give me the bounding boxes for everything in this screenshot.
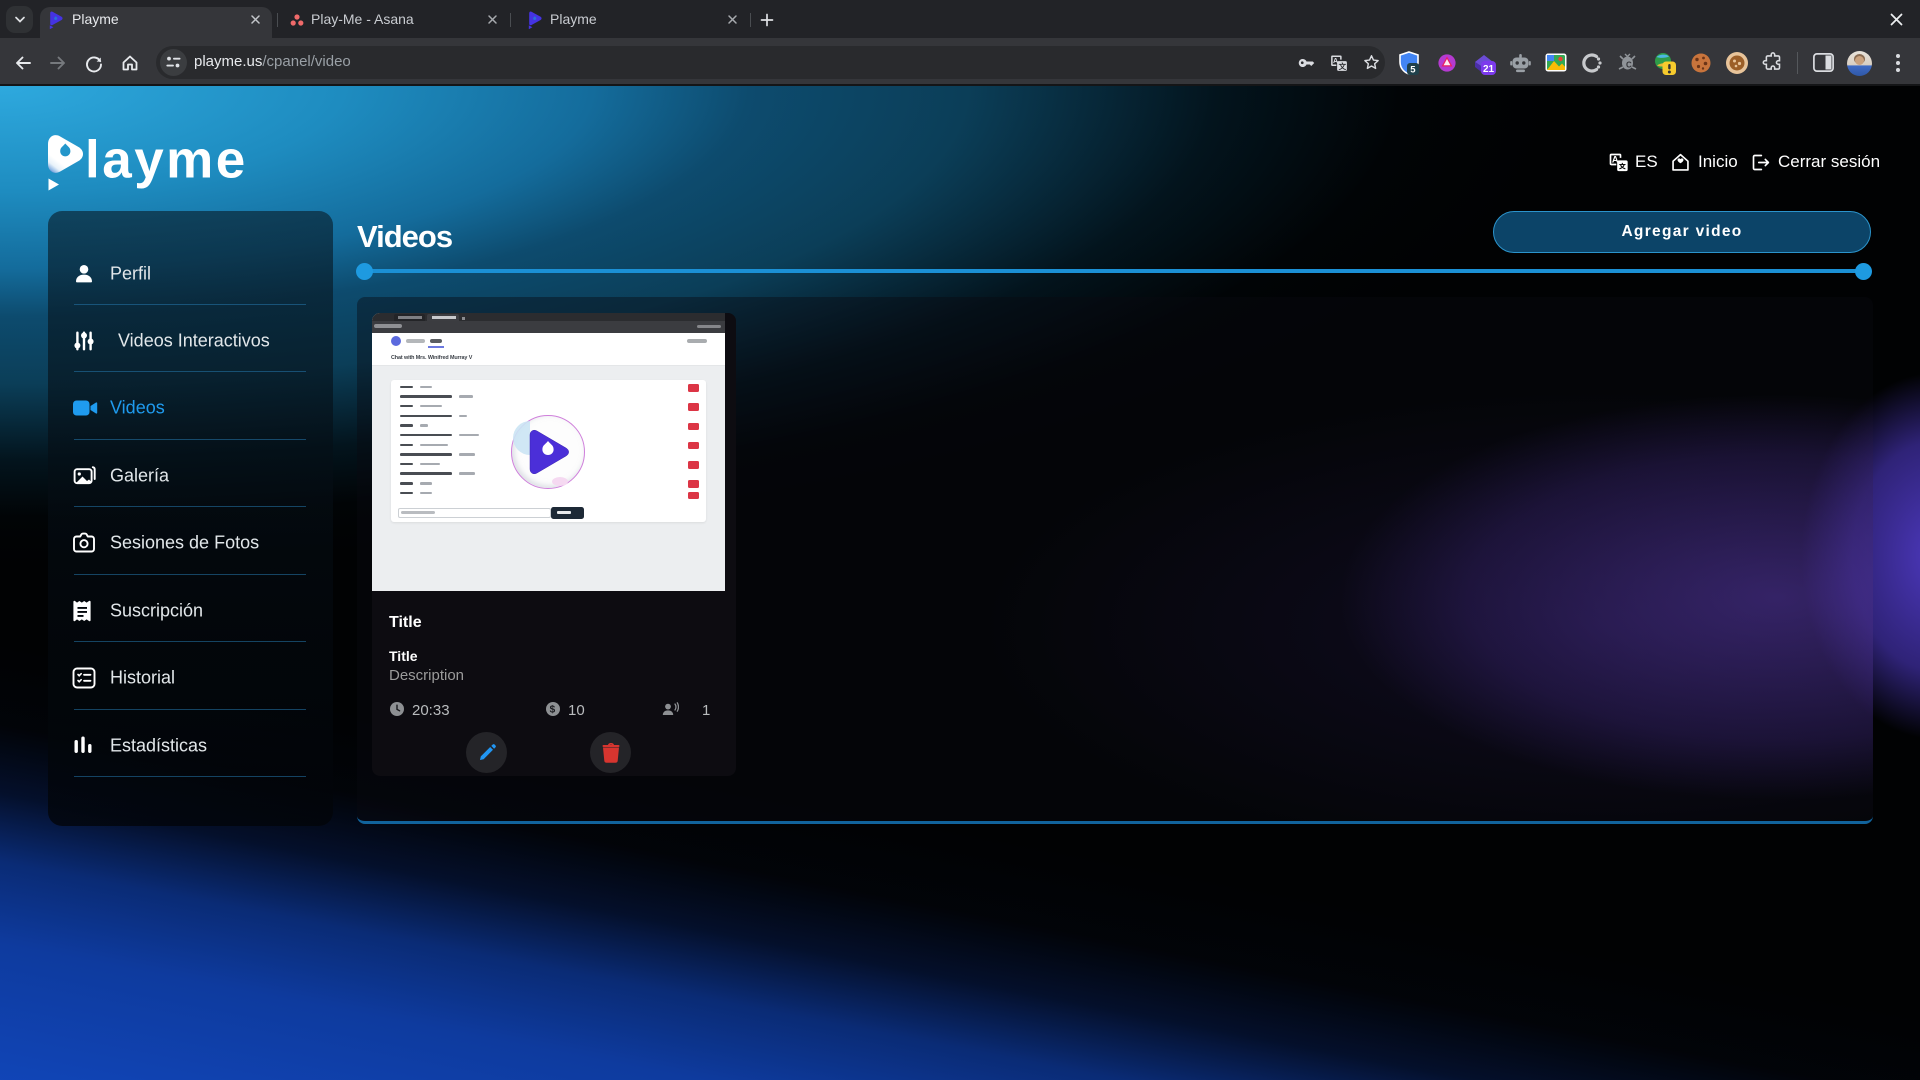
svg-text:文: 文 <box>1339 61 1347 71</box>
svg-text:5: 5 <box>1410 65 1416 76</box>
svg-text:C: C <box>1626 61 1632 70</box>
svg-text:layme: layme <box>85 132 248 190</box>
svg-text:21: 21 <box>1483 64 1495 75</box>
svg-text:$: $ <box>550 705 556 716</box>
